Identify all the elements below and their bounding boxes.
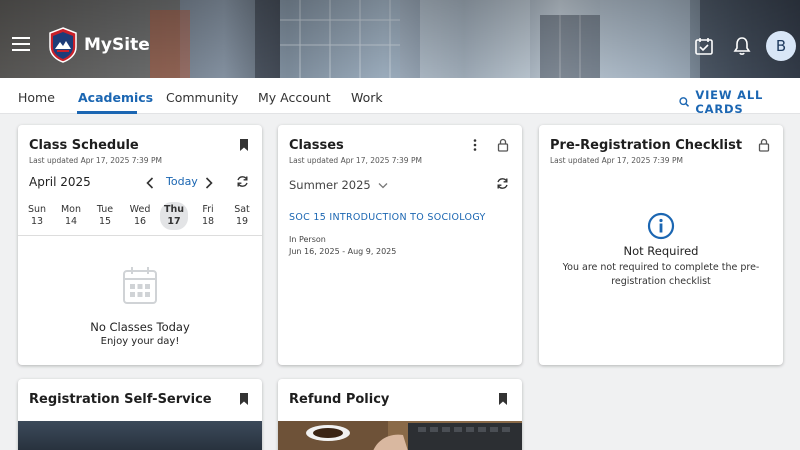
day-sat[interactable]: Sat 19 [227, 204, 257, 228]
tab-home[interactable]: Home [18, 90, 55, 105]
day-mon[interactable]: Mon 14 [56, 204, 86, 228]
bookmark-icon[interactable] [237, 138, 251, 152]
divider [18, 235, 262, 236]
user-avatar[interactable]: B [766, 31, 796, 61]
course-dates: Jun 16, 2025 - Aug 9, 2025 [289, 247, 397, 256]
card-title: Classes [289, 138, 344, 153]
week-day-strip: Sun 13 Mon 14 Tue 15 Wed 16 Thu 17 Fri 18 Sat 1… [18, 202, 262, 234]
bell-icon[interactable] [732, 36, 752, 56]
today-button[interactable]: Today [166, 175, 198, 188]
day-wed[interactable]: Wed 16 [125, 204, 155, 228]
term-value: Summer 2025 [289, 178, 371, 192]
day-fri[interactable]: Fri 18 [193, 204, 223, 228]
card-title: Class Schedule [29, 138, 139, 153]
last-updated: Last updated Apr 17, 2025 7:39 PM [289, 156, 422, 165]
day-tue[interactable]: Tue 15 [90, 204, 120, 228]
lock-icon [497, 138, 509, 152]
day-thu-selected[interactable]: Thu 17 [160, 202, 188, 230]
menu-icon[interactable] [12, 37, 30, 51]
chevron-right-icon[interactable] [205, 177, 213, 189]
site-logo[interactable] [48, 27, 78, 63]
empty-state-title: No Classes Today [90, 320, 190, 334]
site-name[interactable]: MySite [84, 35, 150, 55]
status-title: Not Required [623, 244, 699, 258]
card-image [18, 421, 262, 450]
last-updated: Last updated Apr 17, 2025 7:39 PM [29, 156, 162, 165]
registration-self-service-card: Registration Self-Service [18, 379, 262, 450]
class-schedule-card: Class Schedule Last updated Apr 17, 2025… [18, 125, 262, 365]
last-updated: Last updated Apr 17, 2025 7:39 PM [550, 156, 683, 165]
view-all-cards-label: VIEW ALL CARDS [695, 88, 764, 116]
status-message: You are not required to complete the pre… [562, 262, 760, 287]
refund-policy-card: Refund Policy [278, 379, 522, 450]
active-tab-indicator [77, 111, 137, 114]
tab-work[interactable]: Work [351, 90, 383, 105]
tab-community[interactable]: Community [166, 90, 238, 105]
classes-card: Classes Last updated Apr 17, 2025 7:39 P… [278, 125, 522, 365]
view-all-cards-link[interactable]: VIEW ALL CARDS [679, 88, 800, 116]
tab-academics[interactable]: Academics [78, 90, 153, 105]
chevron-left-icon[interactable] [146, 177, 154, 189]
card-title: Registration Self-Service [29, 392, 212, 407]
card-image [278, 421, 522, 450]
empty-calendar-icon [123, 267, 157, 304]
pre-registration-card: Pre-Registration Checklist Last updated … [539, 125, 783, 365]
chevron-down-icon [378, 183, 388, 189]
course-link[interactable]: SOC 15 INTRODUCTION TO SOCIOLOGY [289, 212, 486, 223]
bookmark-icon[interactable] [237, 392, 251, 406]
more-options-icon[interactable] [468, 138, 482, 152]
refresh-icon[interactable] [236, 175, 249, 188]
empty-state-subtitle: Enjoy your day! [100, 336, 180, 347]
day-sun[interactable]: Sun 13 [22, 204, 52, 228]
info-icon [647, 212, 675, 240]
tab-my-account[interactable]: My Account [258, 90, 331, 105]
search-icon [679, 97, 690, 107]
lock-icon [758, 138, 770, 152]
card-title: Refund Policy [289, 392, 390, 407]
refresh-icon[interactable] [496, 177, 509, 190]
course-mode: In Person [289, 235, 326, 244]
card-title: Pre-Registration Checklist [550, 138, 743, 153]
term-select[interactable]: Summer 2025 [289, 178, 388, 192]
month-label: April 2025 [29, 175, 91, 189]
bookmark-icon[interactable] [496, 392, 510, 406]
calendar-check-icon[interactable] [694, 36, 714, 56]
